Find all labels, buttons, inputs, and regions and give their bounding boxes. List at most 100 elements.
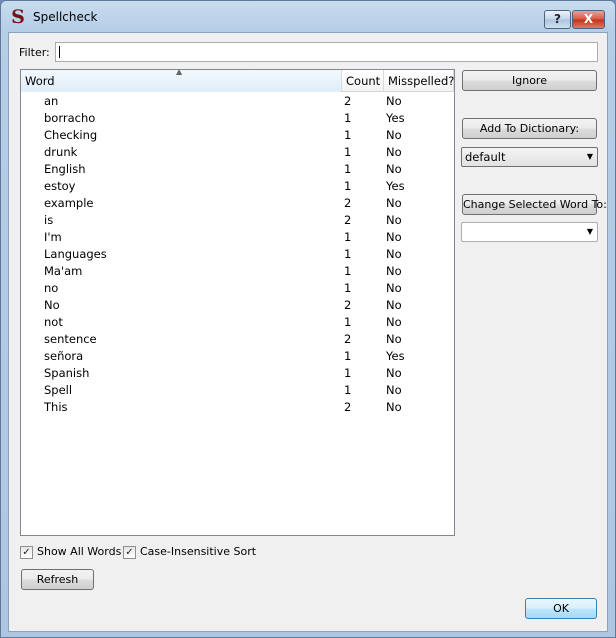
table-row[interactable]: no 1 No: [21, 280, 454, 297]
cell-count: 2: [344, 213, 352, 227]
cell-count: 1: [344, 111, 352, 125]
cell-word: Spanish: [44, 366, 90, 380]
cell-misspelled: No: [386, 298, 402, 312]
cell-misspelled: Yes: [386, 111, 405, 125]
close-button[interactable]: X: [572, 10, 605, 29]
cell-count: 2: [344, 298, 352, 312]
window-title: Spellcheck: [33, 10, 98, 24]
ignore-button[interactable]: Ignore: [462, 70, 597, 91]
cell-misspelled: Yes: [386, 349, 405, 363]
show-all-words-checkmark-icon[interactable]: ✓: [20, 546, 33, 559]
cell-count: 1: [344, 128, 352, 142]
add-to-dictionary-button[interactable]: Add To Dictionary:: [462, 118, 597, 139]
cell-count: 2: [344, 400, 352, 414]
ok-button[interactable]: OK: [525, 598, 597, 619]
cell-count: 1: [344, 162, 352, 176]
help-button[interactable]: ?: [544, 10, 571, 29]
cell-misspelled: No: [386, 128, 402, 142]
table-row[interactable]: not 1 No: [21, 314, 454, 331]
cell-misspelled: No: [386, 400, 402, 414]
spellcheck-window: S Spellcheck ? X Filter: Word ▲ Count Mi…: [0, 0, 616, 638]
dictionary-select[interactable]: default ▼: [461, 147, 598, 167]
cell-word: an: [44, 94, 59, 108]
cell-word: This: [44, 400, 68, 414]
help-icon: ?: [554, 12, 561, 26]
cell-word: sentence: [44, 332, 97, 346]
cell-word: Languages: [44, 247, 107, 261]
cell-word: I'm: [44, 230, 62, 244]
word-list-header: Word ▲ Count Misspelled?: [21, 70, 454, 92]
cell-misspelled: No: [386, 94, 402, 108]
refresh-button[interactable]: Refresh: [21, 569, 94, 590]
table-row[interactable]: This 2 No: [21, 399, 454, 416]
cell-word: example: [44, 196, 94, 210]
table-row[interactable]: an 2 No: [21, 93, 454, 110]
table-row[interactable]: No 2 No: [21, 297, 454, 314]
cell-count: 1: [344, 383, 352, 397]
cell-misspelled: No: [386, 264, 402, 278]
cell-misspelled: Yes: [386, 179, 405, 193]
dictionary-select-value: default: [465, 150, 506, 164]
cell-misspelled: No: [386, 366, 402, 380]
cell-misspelled: No: [386, 315, 402, 329]
cell-count: 2: [344, 332, 352, 346]
replacement-word-combobox[interactable]: ▼: [461, 222, 598, 242]
table-row[interactable]: borracho 1 Yes: [21, 110, 454, 127]
cell-word: is: [44, 213, 54, 227]
change-selected-word-button[interactable]: Change Selected Word To:: [462, 194, 607, 215]
cell-misspelled: No: [386, 196, 402, 210]
table-row[interactable]: I'm 1 No: [21, 229, 454, 246]
word-list[interactable]: Word ▲ Count Misspelled? an 2 No borracho 1 Y…: [20, 69, 455, 536]
table-row[interactable]: señora 1 Yes: [21, 348, 454, 365]
case-insensitive-sort-label: Case-Insensitive Sort: [140, 545, 257, 558]
cell-misspelled: No: [386, 383, 402, 397]
cell-count: 2: [344, 94, 352, 108]
cell-misspelled: No: [386, 213, 402, 227]
table-row[interactable]: is 2 No: [21, 212, 454, 229]
column-header-misspelled[interactable]: Misspelled?: [384, 70, 454, 92]
cell-count: 1: [344, 315, 352, 329]
cell-word: Spell: [44, 383, 73, 397]
table-row[interactable]: Ma'am 1 No: [21, 263, 454, 280]
cell-misspelled: No: [386, 230, 402, 244]
cell-word: Ma'am: [44, 264, 83, 278]
spellcheck-app-icon: S: [11, 6, 25, 28]
table-row[interactable]: Spell 1 No: [21, 382, 454, 399]
cell-word: not: [44, 315, 63, 329]
cell-word: señora: [44, 349, 84, 363]
chevron-down-icon: ▼: [586, 227, 593, 236]
text-caret: [59, 46, 60, 58]
table-row[interactable]: example 2 No: [21, 195, 454, 212]
cell-count: 1: [344, 179, 352, 193]
table-row[interactable]: English 1 No: [21, 161, 454, 178]
cell-count: 1: [344, 247, 352, 261]
title-bar[interactable]: S Spellcheck ? X: [1, 1, 615, 33]
column-header-word[interactable]: Word ▲: [21, 70, 342, 92]
table-row[interactable]: drunk 1 No: [21, 144, 454, 161]
cell-word: Checking: [44, 128, 98, 142]
table-row[interactable]: Checking 1 No: [21, 127, 454, 144]
table-row[interactable]: Spanish 1 No: [21, 365, 454, 382]
table-row[interactable]: estoy 1 Yes: [21, 178, 454, 195]
column-header-word-label: Word: [25, 74, 55, 88]
sort-ascending-icon: ▲: [176, 69, 183, 76]
show-all-words-label: Show All Words: [37, 545, 122, 558]
dialog-body: Filter: Word ▲ Count Misspelled? an 2 No bo…: [8, 32, 608, 632]
case-insensitive-sort-checkmark-icon[interactable]: ✓: [123, 546, 136, 559]
cell-word: English: [44, 162, 86, 176]
cell-count: 1: [344, 264, 352, 278]
cell-count: 1: [344, 230, 352, 244]
cell-misspelled: No: [386, 162, 402, 176]
cell-word: estoy: [44, 179, 76, 193]
cell-count: 1: [344, 145, 352, 159]
table-row[interactable]: Languages 1 No: [21, 246, 454, 263]
cell-misspelled: No: [386, 247, 402, 261]
cell-count: 1: [344, 366, 352, 380]
cell-word: drunk: [44, 145, 78, 159]
table-row[interactable]: sentence 2 No: [21, 331, 454, 348]
close-icon: X: [583, 12, 594, 26]
cell-count: 1: [344, 281, 352, 295]
column-header-count[interactable]: Count: [342, 70, 384, 92]
filter-input[interactable]: [55, 42, 598, 62]
cell-misspelled: No: [386, 332, 402, 346]
